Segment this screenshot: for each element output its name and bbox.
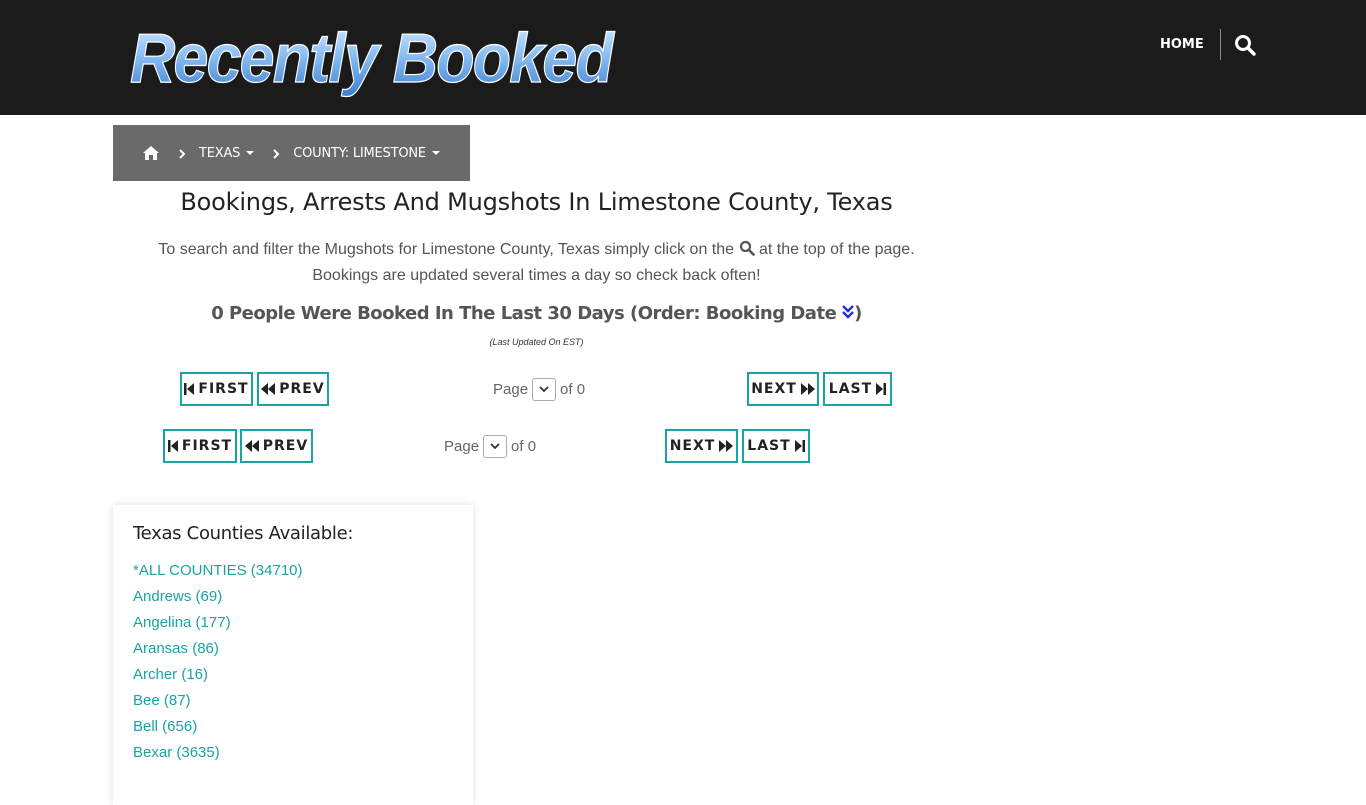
next-page-button[interactable]: NEXT xyxy=(665,429,738,463)
page-title: Bookings, Arrests And Mugshots In Limest… xyxy=(180,188,893,216)
intro-part1: To search and filter the Mugshots for Li… xyxy=(158,241,735,258)
page-select[interactable] xyxy=(483,434,508,458)
home-icon[interactable] xyxy=(142,145,160,161)
county-link[interactable]: Bexar (3635) xyxy=(133,744,220,761)
last-label: LAST xyxy=(747,438,791,454)
county-link[interactable]: Bell (656) xyxy=(133,718,197,735)
county-link[interactable]: Archer (16) xyxy=(133,666,208,683)
county-list: *ALL COUNTIES (34710) Andrews (69) Angel… xyxy=(133,558,453,766)
rewind-icon xyxy=(244,440,259,452)
next-label: NEXT xyxy=(669,438,716,454)
rewind-icon xyxy=(261,383,276,395)
nav-home-link[interactable]: HOME xyxy=(1160,33,1204,57)
chevron-down-icon xyxy=(490,442,500,449)
first-page-button[interactable]: FIRST xyxy=(180,372,253,406)
list-item: Bexar (3635) xyxy=(133,740,453,766)
skip-first-icon xyxy=(167,440,178,452)
list-item: Bell (656) xyxy=(133,714,453,740)
page-label: Page xyxy=(493,380,529,398)
county-link[interactable]: Bee (87) xyxy=(133,692,191,709)
site-logo[interactable]: Recently Booked xyxy=(126,14,621,98)
counties-heading: Texas Counties Available: xyxy=(133,523,354,544)
first-page-button[interactable]: FIRST xyxy=(163,429,237,463)
page-selector: Page of 0 xyxy=(493,377,585,401)
last-page-button[interactable]: LAST xyxy=(742,429,810,463)
breadcrumb-county-dropdown[interactable]: COUNTY: LIMESTONE xyxy=(293,146,440,161)
last-updated-note: (Last Updated On EST) xyxy=(489,337,584,347)
fast-forward-icon xyxy=(800,383,815,395)
prev-label: PREV xyxy=(262,438,309,454)
skip-first-icon xyxy=(184,383,195,395)
double-chevron-down-icon[interactable] xyxy=(842,304,854,320)
prev-label: PREV xyxy=(279,381,325,397)
caret-down-icon xyxy=(246,151,255,155)
breadcrumb-county-label: COUNTY: LIMESTONE xyxy=(293,145,426,161)
page-select[interactable] xyxy=(532,377,557,401)
intro-line2: Bookings are updated several times a day… xyxy=(312,267,761,284)
page-of-label: of 0 xyxy=(511,437,537,455)
chevron-right-icon xyxy=(272,148,280,159)
search-icon xyxy=(739,239,755,256)
prev-page-button[interactable]: PREV xyxy=(257,372,329,406)
chevron-right-icon xyxy=(178,148,186,159)
skip-last-icon xyxy=(794,440,805,452)
chevron-down-icon xyxy=(539,385,549,392)
first-label: FIRST xyxy=(198,381,249,397)
page-selector: Page of 0 xyxy=(444,434,536,458)
county-link[interactable]: Andrews (69) xyxy=(133,588,222,605)
site-header: Recently Booked HOME xyxy=(0,0,1366,115)
intro-text: To search and filter the Mugshots for Li… xyxy=(113,237,960,289)
next-page-button[interactable]: NEXT xyxy=(747,372,819,406)
county-link[interactable]: Aransas (86) xyxy=(133,640,219,657)
logo-text: Recently Booked xyxy=(130,19,615,97)
next-label: NEXT xyxy=(751,381,797,397)
breadcrumb: TEXAS COUNTY: LIMESTONE xyxy=(113,125,470,181)
list-item: Andrews (69) xyxy=(133,584,453,610)
page-label: Page xyxy=(444,437,480,455)
first-label: FIRST xyxy=(181,438,233,454)
county-link[interactable]: Angelina (177) xyxy=(133,614,231,631)
intro-part2: at the top of the page. xyxy=(758,241,915,258)
booking-count-close: ) xyxy=(854,303,862,324)
county-link[interactable]: *ALL COUNTIES (34710) xyxy=(133,562,303,579)
list-item: Bee (87) xyxy=(133,688,453,714)
list-item: Archer (16) xyxy=(133,662,453,688)
page-of-label: of 0 xyxy=(560,380,586,398)
caret-down-icon xyxy=(431,151,440,155)
search-icon[interactable] xyxy=(1233,33,1257,57)
counties-panel: Texas Counties Available: *ALL COUNTIES … xyxy=(113,505,473,805)
list-item: *ALL COUNTIES (34710) xyxy=(133,558,453,584)
last-page-button[interactable]: LAST xyxy=(823,372,892,406)
breadcrumb-state-label: TEXAS xyxy=(199,145,241,161)
prev-page-button[interactable]: PREV xyxy=(240,429,313,463)
fast-forward-icon xyxy=(719,440,734,452)
booking-count-text: 0 People Were Booked In The Last 30 Days… xyxy=(211,303,837,324)
list-item: Angelina (177) xyxy=(133,610,453,636)
skip-last-icon xyxy=(876,383,887,395)
breadcrumb-state-dropdown[interactable]: TEXAS xyxy=(199,145,255,161)
last-label: LAST xyxy=(828,381,873,397)
booking-count-heading: 0 People Were Booked In The Last 30 Days… xyxy=(113,303,960,324)
list-item: Aransas (86) xyxy=(133,636,453,662)
nav-divider xyxy=(1220,29,1221,60)
